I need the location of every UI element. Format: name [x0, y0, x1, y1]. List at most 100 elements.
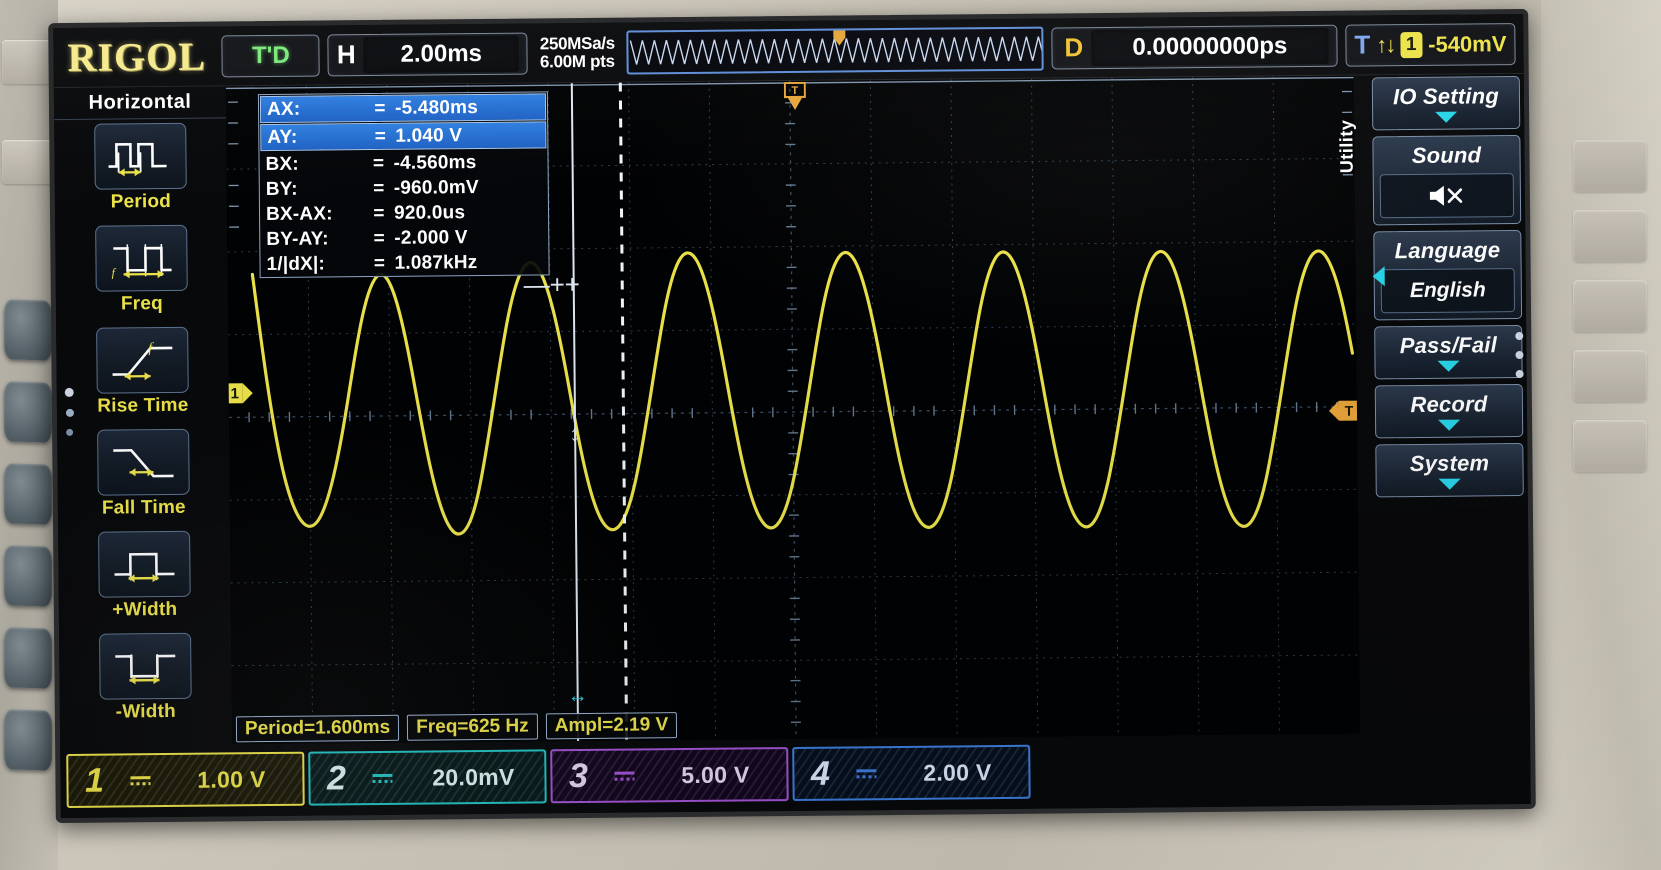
- channel-number: 1: [84, 761, 105, 800]
- menu-item-io-setting[interactable]: IO Setting: [1371, 75, 1521, 131]
- sidebar-item-label: Fall Time: [101, 496, 186, 519]
- cursor-value: -2.000 V: [394, 226, 468, 249]
- cursor-b-handle[interactable]: +: [565, 269, 580, 299]
- coupling-dc-icon: [362, 773, 402, 783]
- channel1-ground-marker[interactable]: 1: [226, 382, 253, 404]
- cursor-key: BY:: [265, 178, 298, 200]
- sidebar-item-positive-width[interactable]: +Width: [58, 530, 231, 630]
- horizontal-scale-value: 2.00ms: [363, 35, 520, 73]
- cursor-key: 1/|dX|:: [266, 252, 326, 275]
- measurement-period[interactable]: Period=1.600ms: [235, 714, 400, 743]
- bezel-button[interactable]: [4, 545, 52, 607]
- sidebar-item-fall-time[interactable]: Fall Time: [57, 428, 230, 528]
- sidebar-item-period[interactable]: Period: [54, 122, 227, 222]
- cursor-key: BY-AY:: [266, 227, 329, 250]
- cursor-key: BX:: [265, 153, 299, 175]
- menu-item-pass-fail[interactable]: Pass/Fail: [1374, 324, 1523, 380]
- trigger-position-arrow-icon[interactable]: T: [783, 81, 806, 115]
- menu-item-label: Record: [1410, 391, 1488, 418]
- cursor-equals: =: [372, 152, 385, 174]
- menu-item-language[interactable]: Language English: [1372, 229, 1523, 321]
- channel-1-button[interactable]: 1 1.00 V: [66, 751, 305, 808]
- cursor-row-by-ay: BY-AY: = -2.000 V: [260, 224, 548, 252]
- chevron-down-icon: [1437, 360, 1460, 372]
- trigger-box[interactable]: T ↑↓ 1 -540mV: [1345, 22, 1516, 67]
- bezel-panel: [2, 140, 54, 184]
- measurement-results: Period=1.600ms Freq=625 Hz Ampl=2.19 V: [235, 712, 678, 743]
- channel-bar: 1 1.00 V 2 20.0mV 3 5.00 V 4 2.00 V: [60, 731, 1531, 819]
- cursor-equals: =: [374, 97, 386, 119]
- delay-box[interactable]: D 0.00000000ps: [1051, 24, 1338, 69]
- cursor-key: AX:: [266, 98, 301, 120]
- trigger-status-label: T'D: [251, 41, 290, 69]
- bezel-panel: [2, 40, 54, 84]
- sidebar-item-freq[interactable]: f Freq: [55, 224, 228, 324]
- horizontal-letter: H: [336, 39, 356, 70]
- memory-trigger-marker: [831, 28, 847, 46]
- cursor-measurement-box: AX: = -5.480ms AY: = 1.040 V BX: = -4.56…: [257, 91, 550, 279]
- measurement-frequency[interactable]: Freq=625 Hz: [407, 713, 538, 741]
- cursor-row-bx-ax: BX-AX: = 920.0us: [260, 199, 548, 227]
- bezel-button[interactable]: [4, 463, 52, 525]
- menu-item-label: Language: [1394, 237, 1501, 264]
- bezel-button[interactable]: [4, 627, 52, 689]
- bezel-panel: [1573, 140, 1647, 192]
- waveform-display[interactable]: —+ + ↕ ↔ 1 T T AX: = -5.480ms AY: = 1.04…: [225, 75, 1361, 745]
- sidebar-item-rise-time[interactable]: f Rise Time: [56, 326, 229, 426]
- utility-menu: Utility IO Setting Sound Language Englis…: [1336, 73, 1531, 773]
- cursor-value: 1.087kHz: [394, 251, 478, 274]
- acquisition-info: 250MSa/s 6.00M pts: [536, 33, 619, 71]
- rise-time-measure-icon: f: [96, 326, 189, 394]
- sidebar-item-label: Freq: [120, 293, 163, 315]
- cursor-drag-arrows[interactable]: ↔: [568, 685, 588, 708]
- cursor-value: 920.0us: [393, 201, 466, 224]
- bezel-button[interactable]: [4, 381, 52, 443]
- cursor-value: 1.040 V: [395, 124, 463, 147]
- channel-3-button[interactable]: 3 5.00 V: [550, 747, 789, 804]
- coupling-dc-icon: [120, 775, 160, 785]
- channel1-ground-pointer: [242, 383, 253, 404]
- frequency-measure-icon: f: [95, 224, 188, 292]
- trigger-marker-pointer: [1328, 400, 1340, 421]
- trigger-status-indicator[interactable]: T'D: [221, 34, 321, 77]
- channel-4-button[interactable]: 4 2.00 V: [792, 744, 1031, 802]
- channel-2-button[interactable]: 2 20.0mV: [308, 749, 547, 806]
- menu-item-label: Sound: [1411, 142, 1482, 169]
- display-screen: RIGOL T'D H 2.00ms 250MSa/s 6.00M pts D …: [48, 8, 1536, 824]
- channel-scale: 2.00 V: [923, 758, 992, 786]
- channel-number: 3: [568, 756, 589, 795]
- cursor-row-by: BY: = -960.0mV: [260, 174, 548, 202]
- trigger-level-marker[interactable]: T: [1328, 400, 1360, 421]
- horizontal-measure-menu: Horizontal Period f Freq f Rise Time Fal…: [53, 86, 233, 747]
- sidebar-item-negative-width[interactable]: -Width: [59, 632, 232, 732]
- bezel-panel: [1573, 280, 1647, 332]
- memory-depth: 6.00M pts: [539, 51, 615, 71]
- svg-text:f: f: [112, 265, 117, 279]
- menu-item-system[interactable]: System: [1375, 442, 1524, 498]
- cursor-equals: =: [373, 227, 386, 249]
- cursor-y-handle[interactable]: ↕: [569, 421, 580, 446]
- speaker-mute-icon[interactable]: [1379, 173, 1515, 219]
- trigger-letter: T: [1354, 29, 1371, 60]
- menu-page-indicator: [1515, 331, 1524, 379]
- oscilloscope-body: RIGOL T'D H 2.00ms 250MSa/s 6.00M pts D …: [0, 0, 1661, 870]
- menu-item-record[interactable]: Record: [1374, 383, 1524, 439]
- chevron-down-icon: [1435, 111, 1458, 123]
- bezel-button[interactable]: [4, 299, 52, 361]
- cursor-equals: =: [374, 125, 387, 147]
- right-bezel: [1541, 0, 1661, 870]
- trigger-marker-label: T: [1338, 400, 1360, 421]
- horizontal-scale-box[interactable]: H 2.00ms: [327, 32, 529, 76]
- menu-item-sound[interactable]: Sound: [1372, 134, 1522, 226]
- positive-width-measure-icon: [98, 530, 191, 598]
- menu-item-label: IO Setting: [1392, 83, 1500, 110]
- cursor-value: -4.560ms: [393, 151, 477, 174]
- trigger-level-value: -540mV: [1428, 30, 1507, 57]
- cursor-key: AY:: [267, 126, 298, 148]
- coupling-dc-icon: [604, 771, 644, 781]
- measurement-amplitude[interactable]: Ampl=2.19 V: [545, 712, 678, 740]
- memory-position-bar[interactable]: [626, 26, 1044, 75]
- language-value[interactable]: English: [1372, 265, 1516, 314]
- chevron-down-icon: [1438, 419, 1461, 431]
- bezel-button[interactable]: [4, 709, 52, 771]
